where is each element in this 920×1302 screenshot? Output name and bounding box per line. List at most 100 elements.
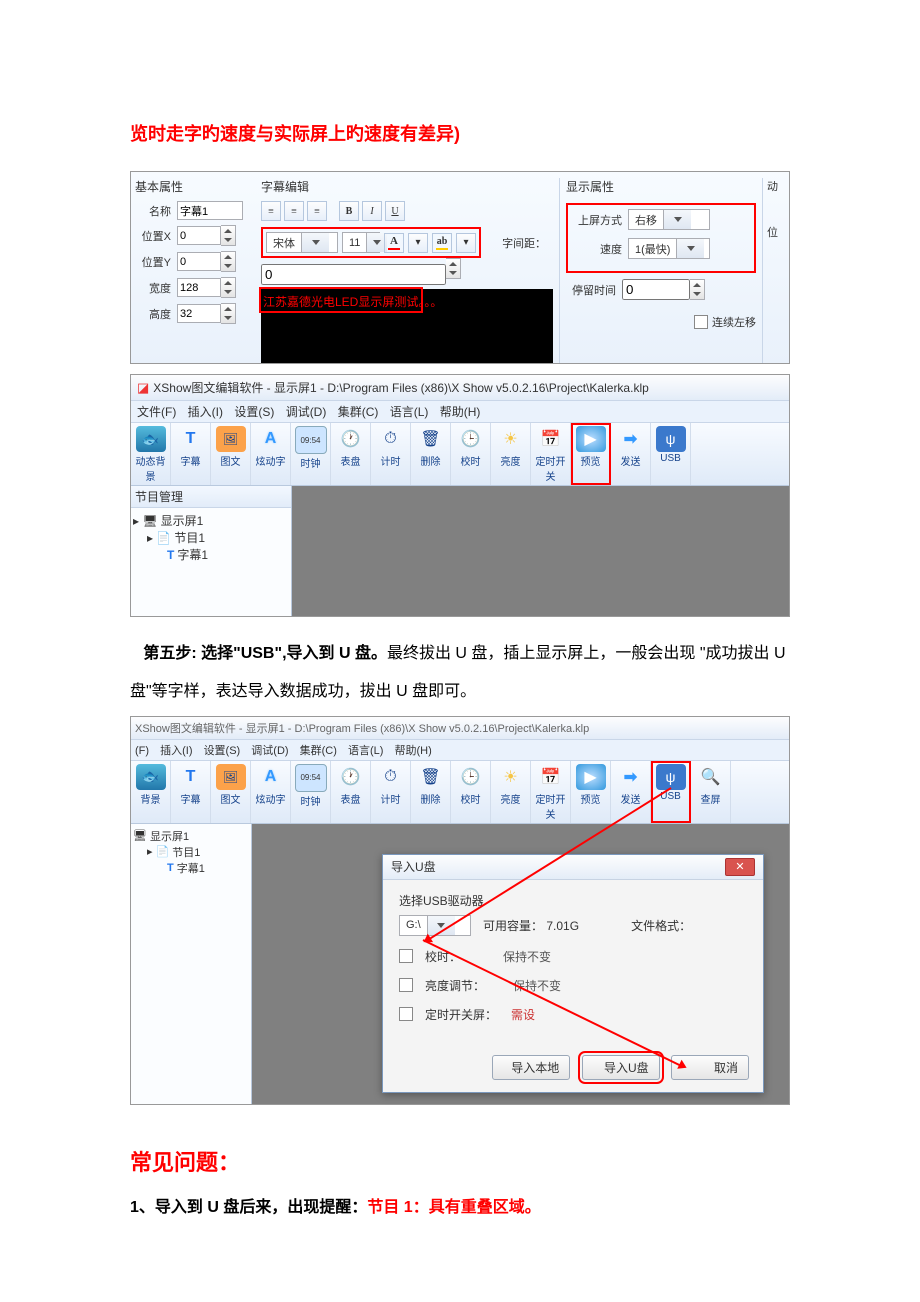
highlight-color-icon[interactable]: ab [432,233,452,253]
tb-schedule[interactable]: 定时开关 [531,423,571,485]
menubar: 文件(F) 插入(I) 设置(S) 调试(D) 集群(C) 语言(L) 帮助(H… [131,401,789,423]
btn-export-usb[interactable]: 导入U盘 [582,1055,660,1080]
menu-insert[interactable]: 插入(I) [188,405,223,419]
underline-button[interactable]: U [385,201,405,221]
side-header: 节目管理 [131,486,291,508]
tree3-program[interactable]: ▸ 📄 节目1 [133,844,249,860]
menu3-file[interactable]: (F) [135,745,149,757]
menu-cluster[interactable]: 集群(C) [338,405,379,419]
italic-button[interactable]: I [362,201,382,221]
chk-schedule[interactable] [399,1007,413,1021]
tb3-subtitle[interactable]: 字幕 [171,761,211,823]
height-input[interactable] [177,304,221,323]
tb-brightness[interactable]: 亮度 [491,423,531,485]
kerning-spin[interactable] [446,258,461,279]
tree-program[interactable]: ▸ 📄 节目1 [133,529,289,546]
tb-preview[interactable]: 预览 [571,423,611,485]
highlight-dropdown[interactable]: ▾ [456,233,476,253]
menu-help[interactable]: 帮助(H) [440,405,481,419]
font-family-combo[interactable]: 宋体 [266,232,338,253]
tree-subtitle[interactable]: T 字幕1 [133,546,289,563]
tb-dynamic-bg[interactable]: 动态背景 [131,423,171,485]
capacity-label: 可用容量： [483,919,543,933]
loop-checkbox[interactable] [694,315,708,329]
annotation-redbox-text [259,287,423,313]
width-spin[interactable] [221,277,236,298]
tb-image[interactable]: 图文 [211,423,251,485]
posx-label: 位置X [135,228,171,244]
btn-export-local[interactable]: 导入本地 [492,1055,570,1080]
kerning-label: 字间距： [502,238,546,250]
tb3-bg[interactable]: 背景 [131,761,171,823]
tb-timer[interactable]: 计时 [371,423,411,485]
speed-combo[interactable]: 1(最快) [628,238,710,259]
schedule-value: 需设 [511,1006,535,1023]
stay-input[interactable] [622,279,690,300]
tb3-dial[interactable]: 表盘 [331,761,371,823]
kerning-input[interactable] [261,264,446,285]
subtitle-editor[interactable]: 江苏嘉德光电LED显示屏测试。。。 [261,289,553,363]
chk-brightness-label: 亮度调节： [425,977,485,994]
tb-fx-text[interactable]: 炫动字 [251,423,291,485]
tb3-schedule[interactable]: 定时开关 [531,761,571,823]
tb-send[interactable]: 发送 [611,423,651,485]
tb-delete[interactable]: 删除 [411,423,451,485]
dlg-close-button[interactable]: ✕ [725,858,755,876]
side-panel: 节目管理 ▸ 🖥 显示屏1 ▸ 📄 节目1 T 字幕1 [131,486,292,616]
align-left-icon[interactable]: ≡ [261,201,281,221]
menu3-help[interactable]: 帮助(H) [395,745,432,757]
posx-input[interactable] [177,226,221,245]
menu3-language[interactable]: 语言(L) [348,745,383,757]
tb-subtitle[interactable]: 字幕 [171,423,211,485]
step5-text: 第五步: 选择"USB",导入到 U 盘。最终拔出 U 盘，插上显示屏上，一般会… [130,635,790,712]
width-input[interactable] [177,278,221,297]
tb3-sync[interactable]: 校时 [451,761,491,823]
stay-label: 停留时间 [566,282,616,298]
tb3-fx[interactable]: 炫动字 [251,761,291,823]
tb-clock[interactable]: 时钟 [291,423,331,485]
tb3-clock[interactable]: 时钟 [291,761,331,823]
tb3-delete[interactable]: 删除 [411,761,451,823]
tb-sync-time[interactable]: 校时 [451,423,491,485]
tree3-subtitle[interactable]: T 字幕1 [133,860,249,876]
align-center-icon[interactable]: ≡ [284,201,304,221]
menu-settings[interactable]: 设置(S) [234,405,274,419]
menu3-settings[interactable]: 设置(S) [204,745,241,757]
dlg-title-text: 导入U盘 [391,858,436,875]
menu3-insert[interactable]: 插入(I) [160,745,192,757]
tb3-find-screen[interactable]: 查屏 [691,761,731,823]
tree3-screen[interactable]: 🖥 显示屏1 [133,828,249,844]
faq-heading: 常见问题： [130,1145,790,1177]
tb-dial[interactable]: 表盘 [331,423,371,485]
height-spin[interactable] [221,303,236,324]
posy-spin[interactable] [221,251,236,272]
name-input[interactable] [177,201,243,220]
posy-input[interactable] [177,252,221,271]
stay-spin[interactable] [690,279,705,300]
menu3-cluster[interactable]: 集群(C) [300,745,337,757]
align-right-icon[interactable]: ≡ [307,201,327,221]
brightness-value: 保持不变 [513,977,561,994]
enter-mode-combo[interactable]: 右移 [628,209,710,230]
font-color-icon[interactable]: A [384,233,404,253]
tb-usb[interactable]: USB [651,423,691,485]
menu-file[interactable]: 文件(F) [137,405,176,419]
tb3-usb[interactable]: USB [651,761,691,823]
menu-debug[interactable]: 调试(D) [286,405,327,419]
tree-screen[interactable]: ▸ 🖥 显示屏1 [133,512,289,529]
bold-button[interactable]: B [339,201,359,221]
font-color-dropdown[interactable]: ▾ [408,233,428,253]
tb3-image[interactable]: 图文 [211,761,251,823]
loop-label: 连续左移 [712,314,756,330]
chk-brightness[interactable] [399,978,413,992]
chk-sync[interactable] [399,949,413,963]
app-icon: ◪ [137,380,149,396]
posx-spin[interactable] [221,225,236,246]
tb3-preview[interactable]: 预览 [571,761,611,823]
speed-label: 速度 [572,241,622,257]
menu-language[interactable]: 语言(L) [390,405,429,419]
tb3-timer[interactable]: 计时 [371,761,411,823]
menu3-debug[interactable]: 调试(D) [251,745,288,757]
font-size-combo[interactable]: 11 [342,232,380,253]
tb3-brightness[interactable]: 亮度 [491,761,531,823]
